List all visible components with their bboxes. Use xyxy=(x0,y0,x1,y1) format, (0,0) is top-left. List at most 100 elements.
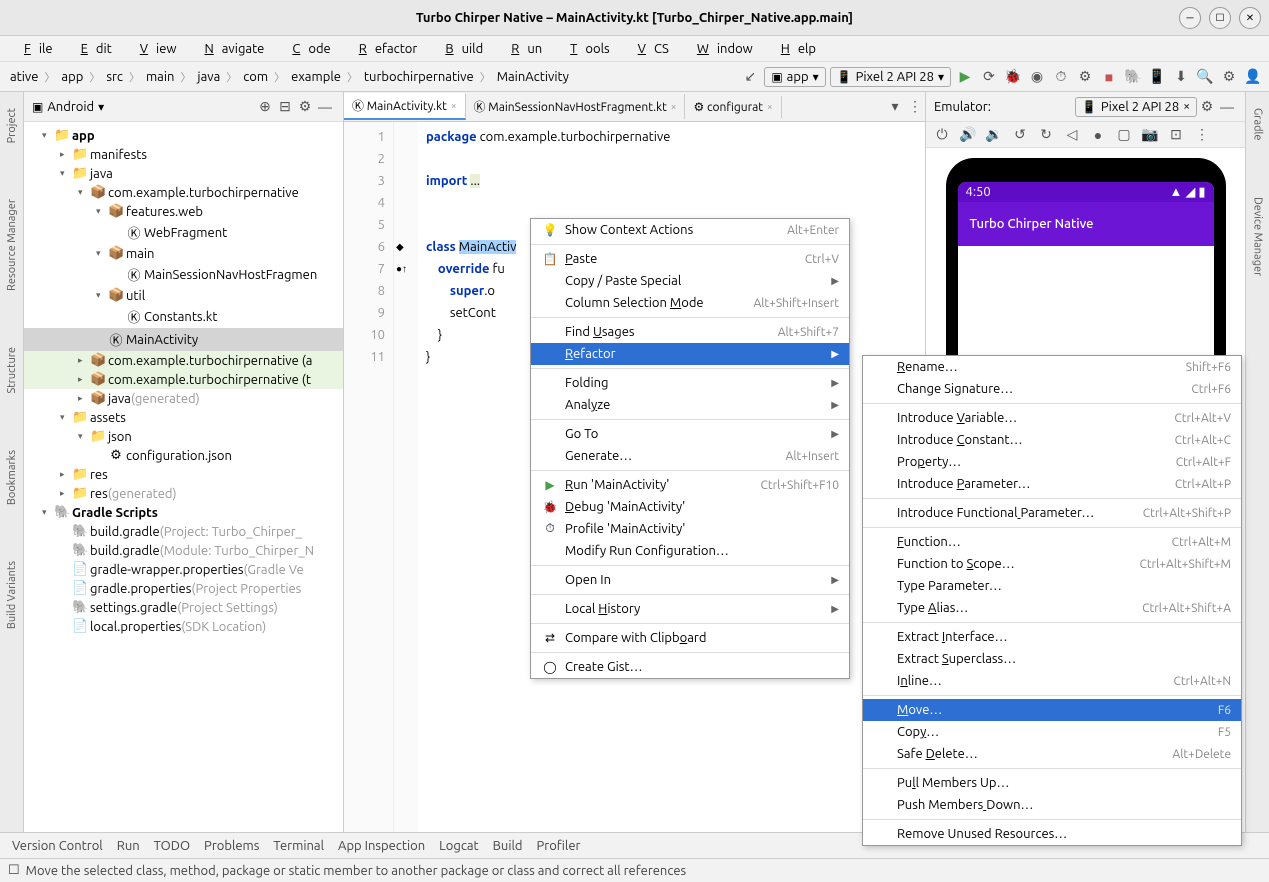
menu-file[interactable]: File xyxy=(8,40,61,58)
more-icon[interactable]: ⋮ xyxy=(1192,125,1212,145)
menu-window[interactable]: Window xyxy=(681,40,761,58)
zoom-icon[interactable]: ⊡ xyxy=(1166,125,1186,145)
tree-item[interactable]: ▸📁res xyxy=(24,465,343,484)
close-button[interactable]: ✕ xyxy=(1239,7,1261,29)
tree-item[interactable]: ▾🐘Gradle Scripts xyxy=(24,503,343,522)
run-config-selector[interactable]: ▣ app ▾ xyxy=(764,67,825,87)
context-menu[interactable]: 💡Show Context ActionsAlt+Enter📋PasteCtrl… xyxy=(530,218,850,679)
menu-item[interactable]: Introduce Parameter…Ctrl+Alt+P xyxy=(863,473,1241,495)
tab-list-icon[interactable]: ▾ xyxy=(885,97,905,117)
user-icon[interactable]: 👤 xyxy=(1243,67,1263,87)
tree-item[interactable]: ▾📁app xyxy=(24,126,343,145)
sdk-icon[interactable]: ⬇ xyxy=(1171,67,1191,87)
menu-item[interactable]: Push Members Down… xyxy=(863,794,1241,816)
editor-tab[interactable]: Ⓚ MainActivity.kt × xyxy=(344,93,466,120)
breadcrumb-item[interactable]: MainActivity xyxy=(493,68,573,86)
tree-item[interactable]: ▾📦main xyxy=(24,244,343,263)
tree-item[interactable]: 🐘settings.gradle (Project Settings) xyxy=(24,598,343,617)
bottom-tool-problems[interactable]: Problems xyxy=(204,839,259,853)
close-icon[interactable]: × xyxy=(767,101,773,112)
bottom-tool-terminal[interactable]: Terminal xyxy=(273,839,324,853)
menu-item[interactable]: Change Signature…Ctrl+F6 xyxy=(863,378,1241,400)
rail-resource manager[interactable]: Resource Manager xyxy=(4,191,20,299)
tree-item[interactable]: 🐘build.gradle (Project: Turbo_Chirper_ xyxy=(24,522,343,541)
tree-item[interactable]: ▸📦com.example.turbochirpernative (a xyxy=(24,351,343,370)
menu-item[interactable]: Rename…Shift+F6 xyxy=(863,356,1241,378)
tree-item[interactable]: 🐘build.gradle (Module: Turbo_Chirper_N xyxy=(24,541,343,560)
menu-tools[interactable]: Tools xyxy=(554,40,618,58)
menu-navigate[interactable]: Navigate xyxy=(188,40,272,58)
menu-item[interactable]: Extract Superclass… xyxy=(863,648,1241,670)
profile-icon[interactable]: ⏱ xyxy=(1051,67,1071,87)
breadcrumb-item[interactable]: main xyxy=(142,68,178,86)
debug-icon[interactable]: 🐞 xyxy=(1003,67,1023,87)
menu-item[interactable]: Inline…Ctrl+Alt+N xyxy=(863,670,1241,692)
tree-item[interactable]: ▸📦com.example.turbochirpernative (t xyxy=(24,370,343,389)
stop-icon[interactable]: ■ xyxy=(1099,67,1119,87)
select-opened-icon[interactable]: ⊟ xyxy=(275,97,295,117)
rail-bookmarks[interactable]: Bookmarks xyxy=(4,442,20,513)
menu-item[interactable]: 🐞Debug 'MainActivity' xyxy=(531,496,849,518)
rail-gradle[interactable]: Gradle xyxy=(1250,100,1266,149)
emulator-hide-icon[interactable]: — xyxy=(1217,97,1237,117)
tree-item[interactable]: ⓀConstants.kt xyxy=(24,305,343,328)
bottom-tool-build[interactable]: Build xyxy=(493,839,523,853)
menu-item[interactable]: Move…F6 xyxy=(863,699,1241,721)
menu-item[interactable]: Introduce Functional Parameter…Ctrl+Alt+… xyxy=(863,502,1241,524)
menu-item[interactable]: Introduce Variable…Ctrl+Alt+V xyxy=(863,407,1241,429)
back-icon[interactable]: ◁ xyxy=(1062,125,1082,145)
coverage-icon[interactable]: ◉ xyxy=(1027,67,1047,87)
menu-item[interactable]: Column Selection ModeAlt+Shift+Insert xyxy=(531,292,849,314)
menu-item[interactable]: Go To▶ xyxy=(531,423,849,445)
minimize-button[interactable]: ─ xyxy=(1179,7,1201,29)
breadcrumb-item[interactable]: example xyxy=(287,68,345,86)
menu-item[interactable]: Type Alias…Ctrl+Alt+Shift+A xyxy=(863,597,1241,619)
menu-item[interactable]: Function to Scope…Ctrl+Alt+Shift+M xyxy=(863,553,1241,575)
bottom-tool-app inspection[interactable]: App Inspection xyxy=(338,839,425,853)
tree-item[interactable]: ▾📦com.example.turbochirpernative xyxy=(24,183,343,202)
tree-item[interactable]: ▾📁json xyxy=(24,427,343,446)
tree-item[interactable]: ⓀWebFragment xyxy=(24,221,343,244)
menu-item[interactable]: ⏱Profile 'MainActivity' xyxy=(531,518,849,540)
project-panel-title[interactable]: ▣ Android ▾ xyxy=(32,100,255,114)
menu-item[interactable]: 📋PasteCtrl+V xyxy=(531,248,849,270)
power-icon[interactable]: ⏻ xyxy=(932,125,952,145)
tree-item[interactable]: ⓀMainActivity xyxy=(24,328,343,351)
tree-item[interactable]: 📄gradle.properties (Project Properties xyxy=(24,579,343,598)
device-selector[interactable]: 📱 Pixel 2 API 28 ▾ xyxy=(830,67,951,87)
menu-item[interactable]: Type Parameter… xyxy=(863,575,1241,597)
menu-item[interactable]: Introduce Constant…Ctrl+Alt+C xyxy=(863,429,1241,451)
close-icon[interactable]: × xyxy=(451,100,457,111)
menu-item[interactable]: Extract Interface… xyxy=(863,626,1241,648)
add-icon[interactable]: ⊕ xyxy=(255,97,275,117)
editor-tab[interactable]: Ⓚ MainSessionNavHostFragment.kt × xyxy=(466,94,686,119)
menu-item[interactable]: Copy / Paste Special▶ xyxy=(531,270,849,292)
menu-edit[interactable]: Edit xyxy=(65,40,120,58)
volume-down-icon[interactable]: 🔉 xyxy=(984,125,1004,145)
tree-item[interactable]: ⓀMainSessionNavHostFragmen xyxy=(24,263,343,286)
breadcrumb-item[interactable]: ative xyxy=(6,68,42,86)
attach-debugger-icon[interactable]: ⚙ xyxy=(1075,67,1095,87)
search-icon[interactable]: 🔍 xyxy=(1195,67,1215,87)
home-icon[interactable]: ● xyxy=(1088,125,1108,145)
menu-item[interactable]: Generate…Alt+Insert xyxy=(531,445,849,467)
menu-view[interactable]: View xyxy=(124,40,185,58)
menu-help[interactable]: Help xyxy=(765,40,824,58)
menu-vcs[interactable]: VCS xyxy=(622,40,677,58)
rail-device manager[interactable]: Device Manager xyxy=(1250,189,1266,284)
menu-refactor[interactable]: Refactor xyxy=(343,40,426,58)
menu-item[interactable]: Open In▶ xyxy=(531,569,849,591)
bottom-tool-profiler[interactable]: Profiler xyxy=(537,839,581,853)
screenshot-icon[interactable]: 📷 xyxy=(1140,125,1160,145)
emulator-device-tab[interactable]: 📱 Pixel 2 API 28 × xyxy=(1075,97,1197,117)
menu-item[interactable]: ⇄Compare with Clipboard xyxy=(531,627,849,649)
run-icon[interactable]: ▶ xyxy=(955,67,975,87)
menu-item[interactable]: Copy…F5 xyxy=(863,721,1241,743)
menu-code[interactable]: Code xyxy=(276,40,338,58)
tree-item[interactable]: ▸📦java (generated) xyxy=(24,389,343,408)
breadcrumb-item[interactable]: src xyxy=(102,68,127,86)
menu-item[interactable]: Remove Unused Resources… xyxy=(863,823,1241,845)
tree-item[interactable]: ▾📦util xyxy=(24,286,343,305)
settings-icon[interactable]: ⚙ xyxy=(1219,67,1239,87)
menu-item[interactable]: Safe Delete…Alt+Delete xyxy=(863,743,1241,765)
